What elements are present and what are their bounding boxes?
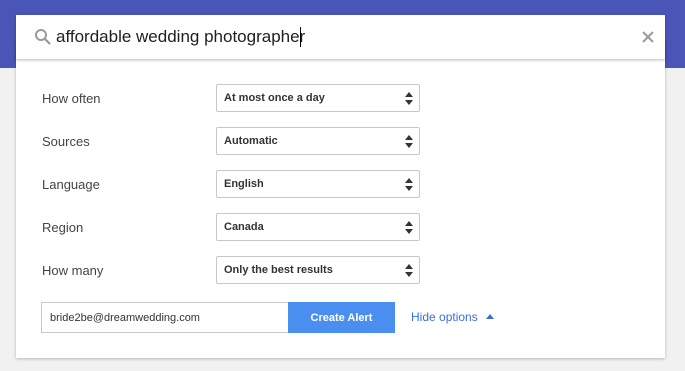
search-icon <box>35 29 51 45</box>
region-value: Canada <box>224 221 264 233</box>
hide-options-link[interactable]: Hide options <box>411 310 478 324</box>
select-arrows-icon <box>405 264 413 277</box>
sources-select[interactable]: Automatic <box>216 127 420 155</box>
how-many-value: Only the best results <box>224 264 333 276</box>
create-alert-button[interactable]: Create Alert <box>288 302 395 333</box>
sources-label: Sources <box>42 134 90 149</box>
search-bar <box>16 15 665 59</box>
how-often-select[interactable]: At most once a day <box>216 84 420 112</box>
select-arrows-icon <box>405 135 413 148</box>
caret-up-icon[interactable] <box>486 314 494 319</box>
delivery-email-field[interactable]: bride2be@dreamwedding.com <box>41 302 289 333</box>
how-many-select[interactable]: Only the best results <box>216 256 420 284</box>
how-often-value: At most once a day <box>224 92 325 104</box>
how-often-label: How often <box>42 91 101 106</box>
region-select[interactable]: Canada <box>216 213 420 241</box>
delivery-email-value: bride2be@dreamwedding.com <box>50 312 200 324</box>
language-select[interactable]: English <box>216 170 420 198</box>
select-arrows-icon <box>405 178 413 191</box>
select-arrows-icon <box>405 221 413 234</box>
language-label: Language <box>42 177 100 192</box>
search-input[interactable] <box>56 24 616 50</box>
sources-value: Automatic <box>224 135 278 147</box>
how-many-label: How many <box>42 263 104 278</box>
region-label: Region <box>42 220 84 235</box>
text-cursor <box>300 27 301 47</box>
select-arrows-icon <box>405 92 413 105</box>
language-value: English <box>224 178 264 190</box>
close-icon[interactable] <box>641 30 655 44</box>
